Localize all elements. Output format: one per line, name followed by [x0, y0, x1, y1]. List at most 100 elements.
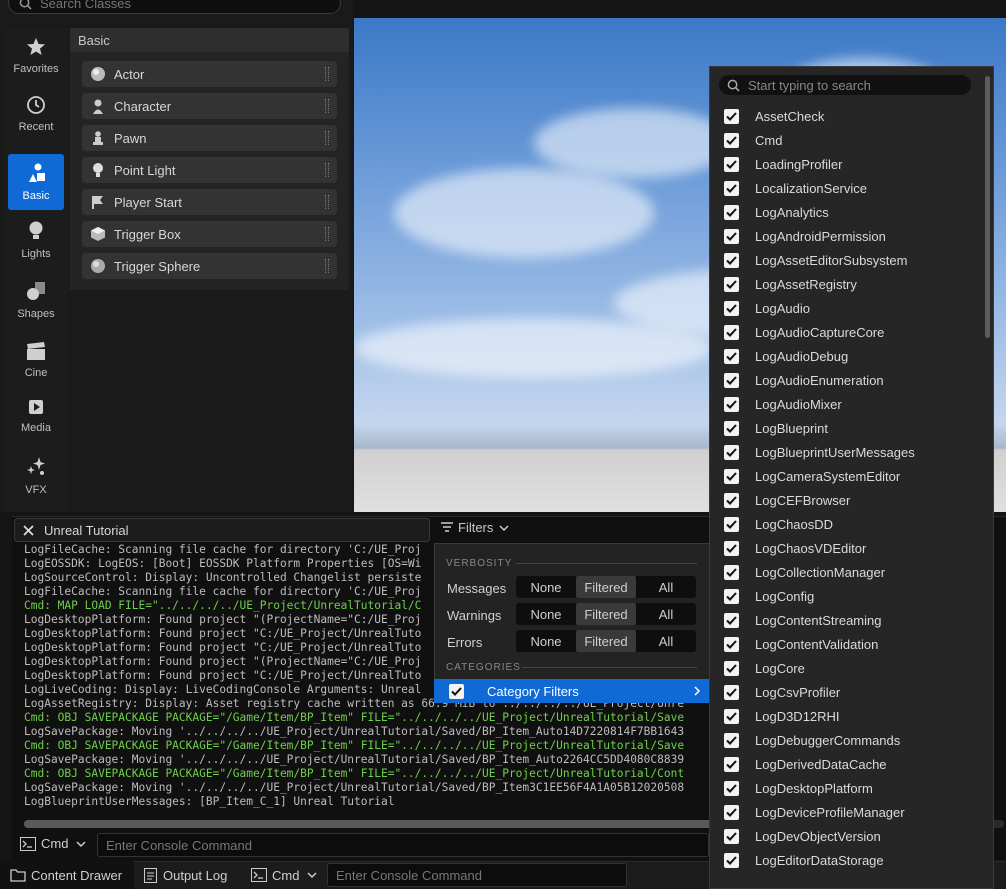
category-item[interactable]: LogContentStreaming — [724, 608, 881, 632]
category-item[interactable]: LogAssetRegistry — [724, 272, 857, 296]
errors-none[interactable]: None — [516, 630, 576, 652]
category-item[interactable]: LogEditorDataStorage — [724, 848, 884, 872]
log-scrollbar-thumb[interactable] — [24, 820, 764, 828]
category-item[interactable]: LogDerivedDataCache — [724, 752, 887, 776]
category-item[interactable]: LogAndroidPermission — [724, 224, 886, 248]
category-filters-menu-item[interactable]: Category Filters — [434, 679, 710, 703]
category-item[interactable]: LogDebuggerCommands — [724, 728, 900, 752]
class-item-point-light[interactable]: Point Light — [82, 157, 337, 183]
category-item[interactable]: LogCollectionManager — [724, 560, 885, 584]
category-checkbox[interactable] — [724, 348, 739, 364]
category-checkbox[interactable] — [724, 132, 739, 148]
category-checkbox[interactable] — [724, 732, 739, 748]
errors-filtered[interactable]: Filtered — [576, 630, 636, 652]
category-item[interactable]: LogCEFBrowser — [724, 488, 850, 512]
drag-handle[interactable] — [325, 67, 329, 81]
close-icon[interactable] — [23, 524, 34, 536]
errors-all[interactable]: All — [636, 630, 696, 652]
category-checkbox[interactable] — [724, 540, 739, 556]
category-media[interactable]: Media — [8, 388, 64, 444]
category-checkbox[interactable] — [724, 636, 739, 652]
category-item[interactable]: LogDesktopPlatform — [724, 776, 873, 800]
category-item[interactable]: LogCameraSystemEditor — [724, 464, 900, 488]
category-checkbox[interactable] — [724, 108, 739, 124]
category-checkbox[interactable] — [724, 660, 739, 676]
category-checkbox[interactable] — [724, 828, 739, 844]
class-item-actor[interactable]: Actor — [82, 61, 337, 87]
category-checkbox[interactable] — [724, 372, 739, 388]
class-item-trigger-box[interactable]: Trigger Box — [82, 221, 337, 247]
category-checkbox[interactable] — [724, 204, 739, 220]
category-checkbox[interactable] — [724, 756, 739, 772]
category-checkbox[interactable] — [724, 396, 739, 412]
drag-handle[interactable] — [325, 131, 329, 145]
category-item[interactable]: LogAudioDebug — [724, 344, 848, 368]
category-checkbox[interactable] — [724, 228, 739, 244]
category-item[interactable]: LoadingProfiler — [724, 152, 842, 176]
category-checkbox[interactable] — [724, 156, 739, 172]
category-checkbox[interactable] — [724, 444, 739, 460]
category-item[interactable]: LogDevObjectVersion — [724, 824, 881, 848]
category-checkbox[interactable] — [724, 492, 739, 508]
category-lights[interactable]: Lights — [8, 212, 64, 268]
category-checkbox[interactable] — [724, 252, 739, 268]
drag-handle[interactable] — [325, 259, 329, 273]
class-item-character[interactable]: Character — [82, 93, 337, 119]
category-checkbox[interactable] — [724, 468, 739, 484]
category-checkbox[interactable] — [724, 804, 739, 820]
category-checkbox[interactable] — [724, 276, 739, 292]
category-favorites[interactable]: Favorites — [8, 28, 64, 84]
category-checkbox[interactable] — [724, 300, 739, 316]
messages-none[interactable]: None — [516, 576, 576, 598]
class-item-pawn[interactable]: Pawn — [82, 125, 337, 151]
class-search-input[interactable]: Search Classes — [8, 0, 341, 14]
category-item[interactable]: LogChaosVDEditor — [724, 536, 866, 560]
category-item[interactable]: LogAudio — [724, 296, 810, 320]
category-item[interactable]: LogAssetEditorSubsystem — [724, 248, 907, 272]
category-item[interactable]: LogContentValidation — [724, 632, 878, 656]
category-checkbox[interactable] — [724, 612, 739, 628]
content-drawer-button[interactable]: Content Drawer — [0, 861, 134, 889]
category-item[interactable]: Cmd — [724, 128, 782, 152]
log-console-input[interactable]: Enter Console Command — [97, 833, 709, 857]
category-item[interactable]: LogAnalytics — [724, 200, 829, 224]
category-checkbox[interactable] — [724, 588, 739, 604]
class-item-player-start[interactable]: Player Start — [82, 189, 337, 215]
bottom-console-input[interactable]: Enter Console Command — [327, 863, 627, 887]
category-list-scrollbar[interactable] — [985, 76, 990, 338]
drag-handle[interactable] — [325, 227, 329, 241]
category-filters-checkbox[interactable] — [449, 683, 464, 699]
category-item[interactable]: LogDeviceProfileManager — [724, 800, 905, 824]
category-vfx[interactable]: VFX — [8, 448, 64, 504]
category-checkbox[interactable] — [724, 564, 739, 580]
category-cine[interactable]: Cine — [8, 332, 64, 388]
category-recent[interactable]: Recent — [8, 86, 64, 142]
category-item[interactable]: LogAudioMixer — [724, 392, 842, 416]
category-item[interactable]: LogAudioCaptureCore — [724, 320, 884, 344]
category-item[interactable]: LogBlueprint — [724, 416, 828, 440]
category-checkbox[interactable] — [724, 420, 739, 436]
category-checkbox[interactable] — [724, 780, 739, 796]
bottom-cmd-dropdown[interactable]: Cmd — [251, 861, 317, 889]
class-item-trigger-sphere[interactable]: Trigger Sphere — [82, 253, 337, 279]
messages-filtered[interactable]: Filtered — [576, 576, 636, 598]
category-item[interactable]: LogChaosDD — [724, 512, 833, 536]
category-item[interactable]: LogD3D12RHI — [724, 704, 840, 728]
warnings-none[interactable]: None — [516, 603, 576, 625]
category-search-input[interactable]: Start typing to search — [719, 75, 971, 95]
category-checkbox[interactable] — [724, 324, 739, 340]
warnings-filtered[interactable]: Filtered — [576, 603, 636, 625]
category-item[interactable]: LocalizationService — [724, 176, 867, 200]
category-checkbox[interactable] — [724, 180, 739, 196]
drag-handle[interactable] — [325, 195, 329, 209]
output-log-search[interactable]: Unreal Tutorial — [14, 518, 430, 542]
warnings-all[interactable]: All — [636, 603, 696, 625]
messages-all[interactable]: All — [636, 576, 696, 598]
category-shapes[interactable]: Shapes — [8, 272, 64, 328]
category-checkbox[interactable] — [724, 516, 739, 532]
output-log-button[interactable]: Output Log — [144, 861, 227, 889]
category-basic[interactable]: Basic — [8, 154, 64, 210]
category-item[interactable]: AssetCheck — [724, 104, 824, 128]
category-checkbox[interactable] — [724, 852, 739, 868]
drag-handle[interactable] — [325, 163, 329, 177]
